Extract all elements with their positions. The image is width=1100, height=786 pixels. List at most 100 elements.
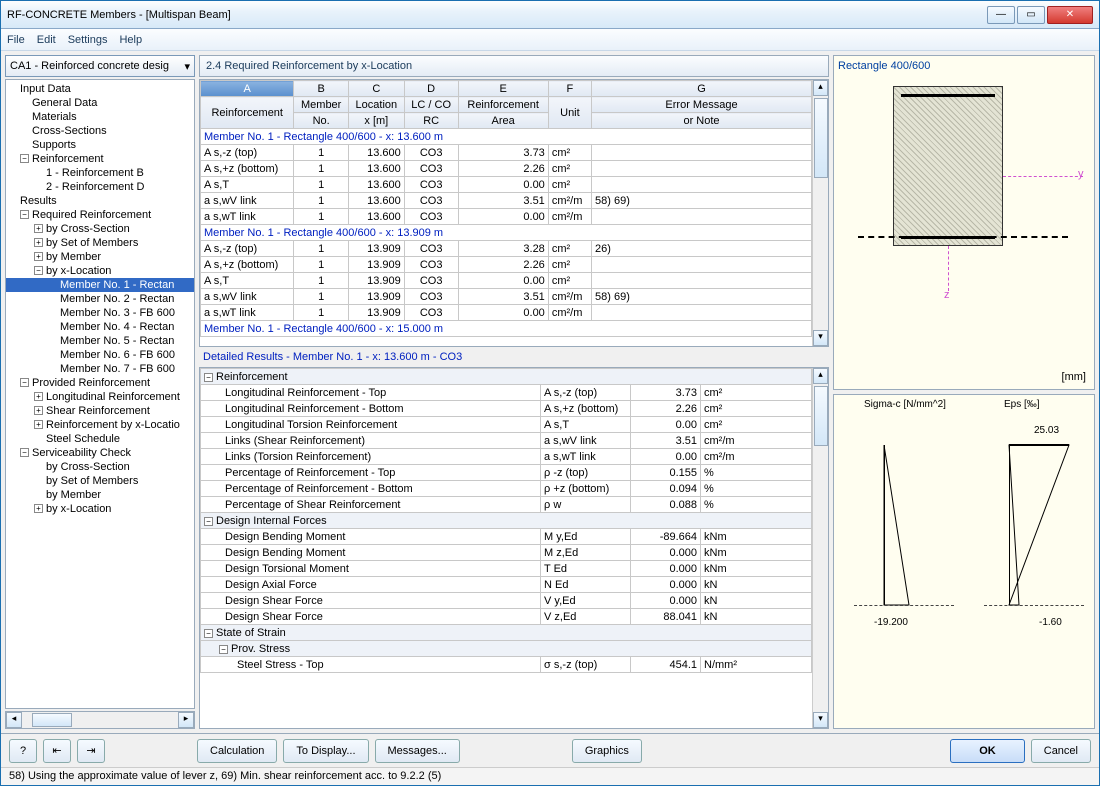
- tree-member-7[interactable]: Member No. 7 - FB 600: [6, 362, 194, 376]
- minus-icon[interactable]: −: [20, 154, 29, 163]
- plus-icon[interactable]: +: [34, 252, 43, 261]
- detail-vscrollbar[interactable]: ▴ ▾: [812, 368, 828, 728]
- tree-s-cs[interactable]: by Cross-Section: [6, 460, 194, 474]
- minus-icon[interactable]: −: [204, 629, 213, 638]
- tree-serv-check[interactable]: −Serviceability Check: [6, 446, 194, 460]
- prev-button[interactable]: ⇤: [43, 739, 71, 763]
- tree-shear-reinf[interactable]: +Shear Reinforcement: [6, 404, 194, 418]
- table-row[interactable]: a s,wV link113.600CO33.51cm²/m58) 69): [201, 193, 812, 209]
- cancel-button[interactable]: Cancel: [1031, 739, 1091, 763]
- tree-prov-reinf[interactable]: −Provided Reinforcement: [6, 376, 194, 390]
- tree-cross-sections[interactable]: Cross-Sections: [6, 124, 194, 138]
- tree-member-1[interactable]: Member No. 1 - Rectan: [6, 278, 194, 292]
- table-row[interactable]: A s,T113.600CO30.00cm²: [201, 177, 812, 193]
- detail-row[interactable]: Percentage of Reinforcement - Topρ -z (t…: [201, 465, 812, 481]
- col-D[interactable]: D: [404, 81, 458, 97]
- tree-reinf-1[interactable]: 1 - Reinforcement B: [6, 166, 194, 180]
- col-F[interactable]: F: [548, 81, 591, 97]
- detail-row[interactable]: Design Axial ForceN Ed0.000kN: [201, 577, 812, 593]
- scroll-left-icon[interactable]: ◂: [6, 712, 22, 728]
- tree-member-5[interactable]: Member No. 5 - Rectan: [6, 334, 194, 348]
- detail-row[interactable]: Design Bending MomentM y,Ed-89.664kNm: [201, 529, 812, 545]
- table-row[interactable]: A s,-z (top)113.600CO33.73cm²: [201, 145, 812, 161]
- scroll-down-icon[interactable]: ▾: [813, 712, 828, 728]
- table-row[interactable]: A s,-z (top)113.909CO33.28cm²26): [201, 241, 812, 257]
- tree-results[interactable]: Results: [6, 194, 194, 208]
- det-sos-hdr[interactable]: −State of Strain: [201, 625, 812, 641]
- tree-s-som[interactable]: by Set of Members: [6, 474, 194, 488]
- close-button[interactable]: ✕: [1047, 6, 1093, 24]
- tree-steel-schedule[interactable]: Steel Schedule: [6, 432, 194, 446]
- table-row[interactable]: A s,+z (bottom)113.909CO32.26cm²: [201, 257, 812, 273]
- minus-icon[interactable]: −: [20, 378, 29, 387]
- scroll-up-icon[interactable]: ▴: [813, 80, 828, 96]
- detail-row[interactable]: Design Bending MomentM z,Ed0.000kNm: [201, 545, 812, 561]
- menu-edit[interactable]: Edit: [37, 34, 56, 46]
- tree-member-2[interactable]: Member No. 2 - Rectan: [6, 292, 194, 306]
- plus-icon[interactable]: +: [34, 504, 43, 513]
- minimize-button[interactable]: —: [987, 6, 1015, 24]
- minus-icon[interactable]: −: [20, 448, 29, 457]
- col-C[interactable]: C: [348, 81, 404, 97]
- plus-icon[interactable]: +: [34, 406, 43, 415]
- tree-member-4[interactable]: Member No. 4 - Rectan: [6, 320, 194, 334]
- detail-row[interactable]: Design Shear ForceV z,Ed88.041kN: [201, 609, 812, 625]
- minus-icon[interactable]: −: [204, 517, 213, 526]
- scroll-thumb[interactable]: [32, 713, 72, 727]
- maximize-button[interactable]: ▭: [1017, 6, 1045, 24]
- tree-reinf-2[interactable]: 2 - Reinforcement D: [6, 180, 194, 194]
- scroll-up-icon[interactable]: ▴: [813, 368, 828, 384]
- scroll-down-icon[interactable]: ▾: [813, 330, 828, 346]
- tree-supports[interactable]: Supports: [6, 138, 194, 152]
- tree-materials[interactable]: Materials: [6, 110, 194, 124]
- grid-vscrollbar[interactable]: ▴ ▾: [812, 80, 828, 346]
- tree-by-mem[interactable]: +by Member: [6, 250, 194, 264]
- detail-row[interactable]: Links (Shear Reinforcement)a s,wV link3.…: [201, 433, 812, 449]
- detail-row[interactable]: Links (Torsion Reinforcement)a s,wT link…: [201, 449, 812, 465]
- plus-icon[interactable]: +: [34, 224, 43, 233]
- menu-help[interactable]: Help: [119, 34, 142, 46]
- scroll-right-icon[interactable]: ▸: [178, 712, 194, 728]
- menu-file[interactable]: File: [7, 34, 25, 46]
- detail-row[interactable]: Longitudinal Reinforcement - BottomA s,+…: [201, 401, 812, 417]
- menu-settings[interactable]: Settings: [68, 34, 108, 46]
- detail-row[interactable]: Design Torsional MomentT Ed0.000kNm: [201, 561, 812, 577]
- minus-icon[interactable]: −: [204, 373, 213, 382]
- tree-by-cs[interactable]: +by Cross-Section: [6, 222, 194, 236]
- detail-row[interactable]: Percentage of Reinforcement - Bottomρ +z…: [201, 481, 812, 497]
- detail-row[interactable]: Percentage of Shear Reinforcementρ w0.08…: [201, 497, 812, 513]
- tree-member-3[interactable]: Member No. 3 - FB 600: [6, 306, 194, 320]
- tree-s-mem[interactable]: by Member: [6, 488, 194, 502]
- col-B[interactable]: B: [294, 81, 348, 97]
- det-prov-hdr[interactable]: −Prov. Stress: [201, 641, 812, 657]
- group-header[interactable]: Member No. 1 - Rectangle 400/600 - x: 13…: [201, 225, 812, 241]
- scroll-thumb[interactable]: [814, 386, 828, 446]
- detail-row[interactable]: Design Shear ForceV y,Ed0.000kN: [201, 593, 812, 609]
- ok-button[interactable]: OK: [950, 739, 1025, 763]
- group-header[interactable]: Member No. 1 - Rectangle 400/600 - x: 13…: [201, 129, 812, 145]
- plus-icon[interactable]: +: [34, 420, 43, 429]
- help-button[interactable]: ?: [9, 739, 37, 763]
- case-dropdown[interactable]: CA1 - Reinforced concrete desig ▾: [5, 55, 195, 77]
- calculation-button[interactable]: Calculation: [197, 739, 277, 763]
- table-row[interactable]: A s,T113.909CO30.00cm²: [201, 273, 812, 289]
- detail-grid[interactable]: −Reinforcement Longitudinal Reinforcemen…: [199, 367, 829, 729]
- minus-icon[interactable]: −: [34, 266, 43, 275]
- tree-reinforcement[interactable]: −Reinforcement: [6, 152, 194, 166]
- next-button[interactable]: ⇥: [77, 739, 105, 763]
- tree-req-reinf[interactable]: −Required Reinforcement: [6, 208, 194, 222]
- tree-s-xloc[interactable]: +by x-Location: [6, 502, 194, 516]
- table-row[interactable]: a s,wV link113.909CO33.51cm²/m58) 69): [201, 289, 812, 305]
- tree-long-reinf[interactable]: +Longitudinal Reinforcement: [6, 390, 194, 404]
- tree-hscrollbar[interactable]: ◂ ▸: [5, 711, 195, 729]
- tree-reinf-xloc[interactable]: +Reinforcement by x-Locatio: [6, 418, 194, 432]
- col-A[interactable]: A: [201, 81, 294, 97]
- messages-button[interactable]: Messages...: [375, 739, 460, 763]
- group-header[interactable]: Member No. 1 - Rectangle 400/600 - x: 15…: [201, 321, 812, 337]
- col-E[interactable]: E: [458, 81, 548, 97]
- graphics-button[interactable]: Graphics: [572, 739, 642, 763]
- detail-row[interactable]: Steel Stress - Top σ s,-z (top) 454.1 N/…: [201, 657, 812, 673]
- scroll-thumb[interactable]: [814, 98, 828, 178]
- nav-tree[interactable]: Input Data General Data Materials Cross-…: [5, 79, 195, 709]
- tree-general-data[interactable]: General Data: [6, 96, 194, 110]
